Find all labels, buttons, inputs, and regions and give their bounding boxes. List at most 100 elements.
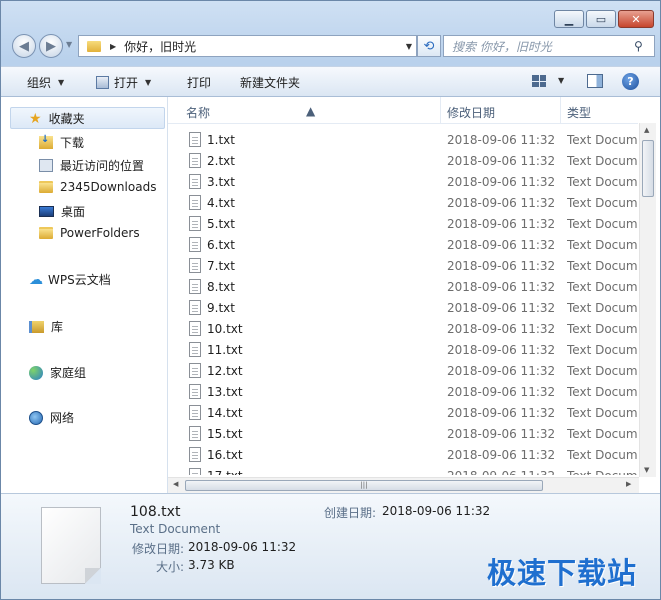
nav-item-powerfolders[interactable]: PowerFolders bbox=[39, 226, 140, 240]
file-name: 13.txt bbox=[207, 385, 243, 399]
file-type: Text Document bbox=[567, 259, 638, 273]
text-document-icon bbox=[189, 384, 201, 399]
change-view-icon[interactable] bbox=[532, 75, 546, 87]
search-input[interactable]: 搜索 你好，旧时光 ⚲ bbox=[443, 35, 655, 57]
table-row[interactable]: 7.txt 2018-09-06 11:32 Text Document bbox=[168, 256, 638, 277]
column-date[interactable]: 修改日期 bbox=[447, 104, 495, 121]
new-folder-button[interactable]: 新建文件夹 bbox=[240, 74, 300, 91]
table-row[interactable]: 2.txt 2018-09-06 11:32 Text Document bbox=[168, 151, 638, 172]
forward-button[interactable]: ▶ bbox=[39, 34, 63, 58]
open-icon bbox=[96, 76, 109, 89]
nav-item-homegroup[interactable]: 家庭组 bbox=[29, 364, 86, 381]
column-divider[interactable] bbox=[440, 97, 441, 123]
file-list: ▲ 名称 修改日期 类型 1.txt 2018-09-06 11:32 Text D… bbox=[168, 97, 660, 493]
file-name: 11.txt bbox=[207, 343, 243, 357]
nav-item-downloads[interactable]: 下载 bbox=[39, 134, 84, 151]
table-row[interactable]: 4.txt 2018-09-06 11:32 Text Document bbox=[168, 193, 638, 214]
nav-item-recent[interactable]: 最近访问的位置 bbox=[39, 157, 144, 174]
file-type: Text Document bbox=[567, 406, 638, 420]
vertical-scroll-thumb[interactable] bbox=[642, 140, 654, 197]
search-placeholder[interactable]: 搜索 你好，旧时光 bbox=[452, 38, 634, 55]
horizontal-scroll-thumb[interactable]: ||| bbox=[185, 480, 543, 491]
scroll-up-icon[interactable]: ▲ bbox=[644, 126, 649, 134]
file-type: Text Document bbox=[567, 154, 638, 168]
table-row[interactable]: 17.txt 2018-09-06 11:32 Text Document bbox=[168, 466, 638, 475]
text-document-icon bbox=[189, 342, 201, 357]
details-created-value: 2018-09-06 11:32 bbox=[382, 504, 491, 518]
table-row[interactable]: 3.txt 2018-09-06 11:32 Text Document bbox=[168, 172, 638, 193]
navigation-row: ◀ ▶ ▼ ▶ 你好，旧时光 ▼ ⟲ 搜索 你好，旧时光 ⚲ bbox=[10, 34, 655, 60]
recent-places-icon bbox=[39, 159, 53, 172]
nav-item-wps-cloud[interactable]: ☁ WPS云文档 bbox=[29, 271, 111, 288]
horizontal-scrollbar[interactable]: ◀ ||| ▶ bbox=[168, 477, 639, 493]
file-name: 6.txt bbox=[207, 238, 235, 252]
table-row[interactable]: 8.txt 2018-09-06 11:32 Text Document bbox=[168, 277, 638, 298]
watermark-logo: 极速下载站 bbox=[487, 556, 638, 590]
column-header: ▲ 名称 修改日期 类型 bbox=[168, 97, 638, 124]
text-document-icon bbox=[189, 300, 201, 315]
details-filename: 108.txt bbox=[130, 504, 181, 520]
open-button[interactable]: 打开 ▼ bbox=[96, 74, 151, 91]
file-date: 2018-09-06 11:32 bbox=[447, 385, 556, 399]
scroll-left-icon[interactable]: ◀ bbox=[173, 480, 178, 488]
navigation-pane: ★ 收藏夹 下载 最近访问的位置 2345Downloads 桌面 PowerFo… bbox=[1, 97, 168, 493]
nav-item-favorites[interactable]: ★ 收藏夹 bbox=[29, 110, 85, 127]
organize-label: 组织 bbox=[27, 76, 52, 90]
table-row[interactable]: 11.txt 2018-09-06 11:32 Text Document bbox=[168, 340, 638, 361]
maximize-button[interactable]: ▭ bbox=[586, 10, 616, 28]
table-row[interactable]: 1.txt 2018-09-06 11:32 Text Document bbox=[168, 130, 638, 151]
table-row[interactable]: 12.txt 2018-09-06 11:32 Text Document bbox=[168, 361, 638, 382]
breadcrumb-chevron-icon[interactable]: ▶ bbox=[110, 42, 116, 51]
address-bar[interactable]: ▶ 你好，旧时光 ▼ bbox=[78, 35, 417, 57]
folder-icon bbox=[39, 227, 53, 239]
table-row[interactable]: 6.txt 2018-09-06 11:32 Text Document bbox=[168, 235, 638, 256]
file-date: 2018-09-06 11:32 bbox=[447, 406, 556, 420]
file-type: Text Document bbox=[567, 238, 638, 252]
vertical-scrollbar[interactable]: ▲ ▼ bbox=[639, 123, 656, 477]
view-options-dropdown-icon[interactable]: ▼ bbox=[558, 76, 564, 85]
refresh-button[interactable]: ⟲ bbox=[417, 35, 441, 57]
file-date: 2018-09-06 11:32 bbox=[447, 364, 556, 378]
refresh-icon: ⟲ bbox=[423, 38, 435, 54]
table-row[interactable]: 9.txt 2018-09-06 11:32 Text Document bbox=[168, 298, 638, 319]
file-type: Text Document bbox=[567, 322, 638, 336]
back-button[interactable]: ◀ bbox=[12, 34, 36, 58]
breadcrumb[interactable]: 你好，旧时光 bbox=[124, 38, 402, 55]
column-name[interactable]: 名称 bbox=[186, 104, 210, 121]
help-icon[interactable]: ? bbox=[622, 73, 639, 90]
table-row[interactable]: 15.txt 2018-09-06 11:32 Text Document bbox=[168, 424, 638, 445]
nav-item-network[interactable]: 网络 bbox=[29, 409, 74, 426]
text-document-icon bbox=[189, 321, 201, 336]
column-divider[interactable] bbox=[560, 97, 561, 123]
file-name: 7.txt bbox=[207, 259, 235, 273]
recent-pages-dropdown[interactable]: ▼ bbox=[66, 40, 72, 49]
scroll-down-icon[interactable]: ▼ bbox=[644, 466, 649, 474]
table-row[interactable]: 10.txt 2018-09-06 11:32 Text Document bbox=[168, 319, 638, 340]
table-row[interactable]: 5.txt 2018-09-06 11:32 Text Document bbox=[168, 214, 638, 235]
chevron-down-icon: ▼ bbox=[145, 78, 152, 87]
back-arrow-icon: ◀ bbox=[19, 38, 29, 54]
minimize-button[interactable]: ▁ bbox=[554, 10, 584, 28]
preview-pane-icon[interactable] bbox=[587, 74, 603, 88]
nav-item-label: PowerFolders bbox=[60, 226, 140, 240]
text-document-icon bbox=[189, 237, 201, 252]
file-date: 2018-09-06 11:32 bbox=[447, 469, 555, 475]
file-date: 2018-09-06 11:32 bbox=[447, 343, 556, 357]
nav-item-desktop[interactable]: 桌面 bbox=[39, 203, 85, 220]
column-type[interactable]: 类型 bbox=[567, 104, 591, 121]
nav-item-label: 网络 bbox=[50, 411, 75, 425]
file-date: 2018-09-06 11:32 bbox=[447, 259, 556, 273]
text-document-icon bbox=[189, 426, 201, 441]
print-button[interactable]: 打印 bbox=[187, 74, 211, 91]
nav-item-library[interactable]: 库 bbox=[29, 318, 63, 335]
table-row[interactable]: 14.txt 2018-09-06 11:32 Text Document bbox=[168, 403, 638, 424]
scroll-right-icon[interactable]: ▶ bbox=[626, 480, 631, 488]
organize-button[interactable]: 组织 ▼ bbox=[27, 74, 64, 91]
nav-item-2345downloads[interactable]: 2345Downloads bbox=[39, 180, 156, 194]
address-dropdown-icon[interactable]: ▼ bbox=[402, 42, 416, 51]
close-button[interactable]: ✕ bbox=[618, 10, 654, 28]
search-icon[interactable]: ⚲ bbox=[634, 39, 650, 53]
table-row[interactable]: 13.txt 2018-09-06 11:32 Text Document bbox=[168, 382, 638, 403]
details-size-label: 大小: bbox=[156, 560, 185, 574]
table-row[interactable]: 16.txt 2018-09-06 11:32 Text Document bbox=[168, 445, 638, 466]
